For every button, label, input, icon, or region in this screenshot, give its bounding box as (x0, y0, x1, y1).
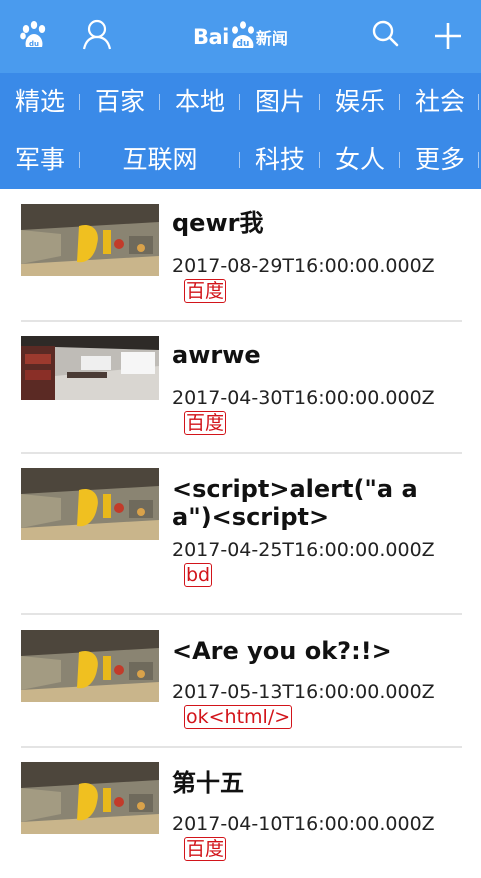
nav-separator (79, 152, 80, 168)
channel-row-1: 精选 百家 本地 图片 娱乐 社会 (0, 73, 481, 131)
user-icon[interactable] (81, 18, 115, 52)
plus-icon[interactable] (431, 18, 465, 52)
channel-row-2: 军事 互联网 科技 女人 更多 (0, 131, 481, 189)
channel-tupian[interactable]: 图片 (250, 73, 310, 131)
svg-text:du: du (29, 40, 39, 48)
news-source-tag: ok<html/> (184, 705, 293, 729)
svg-text:du: du (236, 39, 249, 49)
channel-keji[interactable]: 科技 (250, 131, 310, 189)
nav-separator (239, 94, 240, 110)
channel-hulianwang[interactable]: 互联网 (100, 131, 220, 189)
search-icon[interactable] (369, 18, 403, 52)
baidu-news-logo[interactable]: Bai du 新闻 (193, 20, 288, 54)
nav-separator (239, 152, 240, 168)
news-source-tag: 百度 (184, 411, 227, 435)
news-title[interactable]: <Are you ok?:!> (172, 637, 462, 665)
news-thumbnail[interactable] (21, 468, 159, 540)
nav-separator (319, 152, 320, 168)
news-item[interactable]: 第十五 2017-04-10T16:00:00.000Z 百度 (21, 747, 462, 878)
channel-yule[interactable]: 娱乐 (330, 73, 390, 131)
nav-separator (159, 94, 160, 110)
channel-gengduo[interactable]: 更多 (410, 131, 470, 189)
nav-separator (399, 152, 400, 168)
news-title[interactable]: <script>alert("a a a")<script> (172, 475, 462, 531)
nav-separator (319, 94, 320, 110)
news-title[interactable]: 第十五 (172, 769, 462, 797)
nav-separator (478, 152, 479, 168)
news-title[interactable]: awrwe (172, 341, 462, 369)
channel-baijia[interactable]: 百家 (90, 73, 150, 131)
channel-jingxuan[interactable]: 精选 (10, 73, 70, 131)
news-date: 2017-05-13T16:00:00.000Z (172, 681, 435, 703)
nav-separator (79, 94, 80, 110)
news-item[interactable]: awrwe 2017-04-30T16:00:00.000Z 百度 (21, 321, 462, 454)
news-item[interactable]: qewr我 2017-08-29T16:00:00.000Z 百度 (21, 189, 462, 322)
top-header: du Bai du 新闻 (0, 0, 481, 73)
news-source-tag: bd (184, 563, 213, 587)
logo-paw-icon: du (231, 21, 254, 49)
news-item[interactable]: <script>alert("a a a")<script> 2017-04-2… (21, 453, 462, 615)
news-date: 2017-04-25T16:00:00.000Z (172, 539, 435, 561)
news-thumbnail[interactable] (21, 762, 159, 834)
news-date: 2017-08-29T16:00:00.000Z (172, 255, 435, 277)
news-source-tag: 百度 (184, 279, 227, 303)
nav-separator (399, 94, 400, 110)
channel-junshi[interactable]: 军事 (10, 131, 70, 189)
news-date: 2017-04-30T16:00:00.000Z (172, 387, 435, 409)
news-item[interactable]: <Are you ok?:!> 2017-05-13T16:00:00.000Z… (21, 615, 462, 748)
news-thumbnail[interactable] (21, 630, 159, 702)
news-thumbnail[interactable] (21, 336, 159, 400)
channel-nvren[interactable]: 女人 (330, 131, 390, 189)
nav-separator (478, 94, 479, 110)
channel-nav: 精选 百家 本地 图片 娱乐 社会 军事 互联网 科技 女人 更多 (0, 73, 481, 189)
news-date: 2017-04-10T16:00:00.000Z (172, 813, 435, 835)
channel-shehui[interactable]: 社会 (410, 73, 470, 131)
logo-text: Bai (193, 25, 229, 49)
paw-icon[interactable]: du (17, 18, 51, 52)
news-source-tag: 百度 (184, 837, 227, 861)
channel-bendi[interactable]: 本地 (170, 73, 230, 131)
news-thumbnail[interactable] (21, 204, 159, 276)
news-title[interactable]: qewr我 (172, 209, 462, 237)
logo-suffix: 新闻 (255, 31, 288, 48)
